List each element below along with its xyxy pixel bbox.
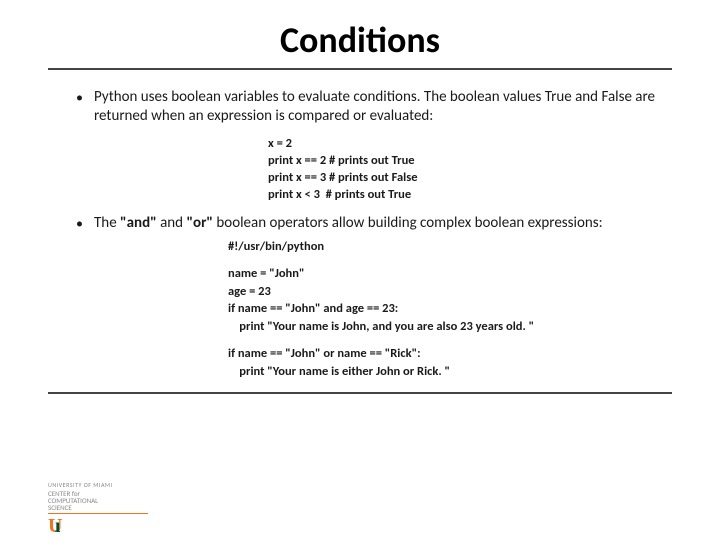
code-line: print "Your name is either John or Rick.… xyxy=(228,363,672,381)
slide: Conditions • Python uses boolean variabl… xyxy=(0,0,720,540)
code-line: print x == 3 # prints out False xyxy=(268,170,672,187)
bullet-1-block: • Python uses boolean variables to evalu… xyxy=(48,88,672,204)
bullet-1-row: • Python uses boolean variables to evalu… xyxy=(76,88,672,126)
bullet-1-text: Python uses boolean variables to evaluat… xyxy=(94,88,672,126)
bullet-mark: • xyxy=(76,88,94,126)
code-line: if name == "John" and age == 23: xyxy=(228,300,672,318)
slide-title: Conditions xyxy=(48,18,672,64)
code-line: print x < 3 # prints out True xyxy=(268,187,672,204)
code-gap xyxy=(228,335,672,345)
code-line: name = "John" xyxy=(228,265,672,283)
bullet-2-row: • The "and" and "or" boolean operators a… xyxy=(76,214,672,234)
title-underline xyxy=(48,68,672,70)
bullet-mark: • xyxy=(76,214,94,234)
code-block-1: x = 2 print x == 2 # prints out True pri… xyxy=(268,136,672,204)
footer-logo-block: UNIVERSITY OF MIAMI CENTER for COMPUTATI… xyxy=(48,482,148,530)
code-line: print "Your name is John, and you are al… xyxy=(228,318,672,336)
bullet-2-block: • The "and" and "or" boolean operators a… xyxy=(48,214,672,381)
footer-sci-line: SCIENCE xyxy=(48,504,72,511)
code-line: print x == 2 # prints out True xyxy=(268,153,672,170)
bullet-2-text: The "and" and "or" boolean operators all… xyxy=(94,214,672,234)
code-gap xyxy=(228,255,672,265)
um-logo-icon: U xyxy=(48,516,62,536)
footer-orange-rule xyxy=(48,513,148,514)
footer-rule xyxy=(48,392,672,394)
code-line: #!/usr/bin/python xyxy=(228,238,672,256)
footer-univ-line: UNIVERSITY OF MIAMI xyxy=(48,482,113,488)
code-block-2: #!/usr/bin/python name = "John" age = 23… xyxy=(228,238,672,381)
code-line: x = 2 xyxy=(268,136,672,153)
code-line: if name == "John" or name == "Rick": xyxy=(228,345,672,363)
code-line: age = 23 xyxy=(228,283,672,301)
